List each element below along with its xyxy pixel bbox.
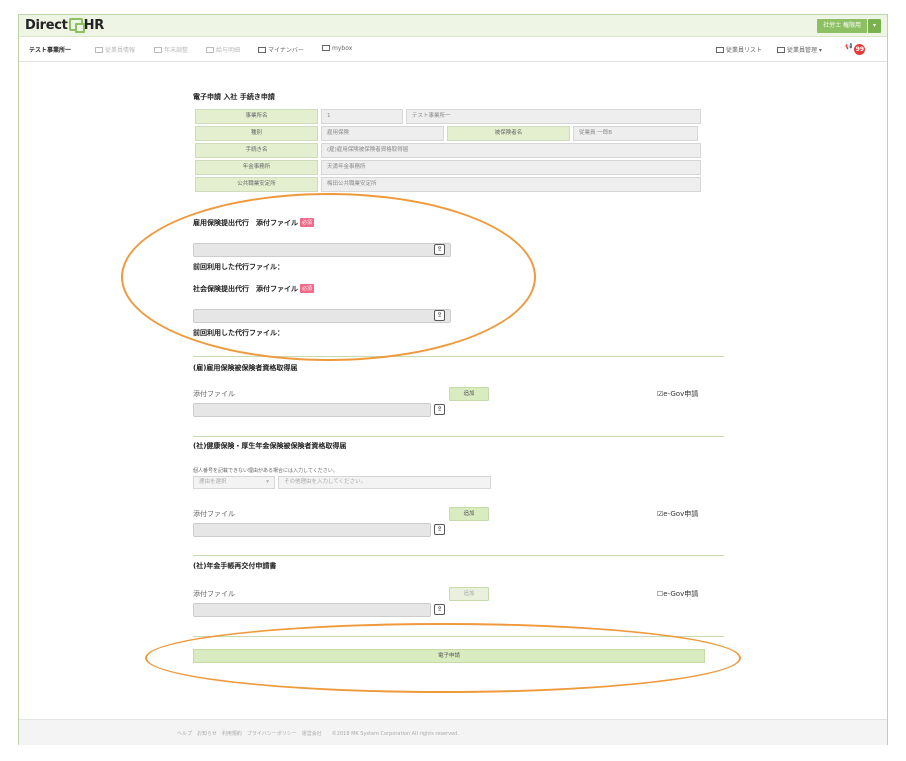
main-nav: テスト事業所一 従業員情報 年末調整 給与明細 マイナンバー mybox 従業員… bbox=[19, 38, 887, 62]
koyo-agency-file-input[interactable] bbox=[193, 243, 451, 257]
nav-employee-list[interactable]: 従業員リスト bbox=[716, 45, 762, 54]
logo[interactable]: Direct HR bbox=[25, 18, 104, 33]
person-icon bbox=[777, 47, 785, 53]
nav-employee-info[interactable]: 従業員情報 bbox=[95, 45, 135, 54]
page-title: 電子申請 入社 手続き申請 bbox=[193, 93, 275, 101]
info-row-procedure: 手続き名 (雇)雇用保険被保険者資格取得届 bbox=[195, 143, 704, 158]
info-row-office: 事業所名 1 テスト事業所一 bbox=[195, 109, 704, 124]
mynumber-icon bbox=[258, 47, 266, 53]
required-badge: 必須 bbox=[300, 284, 315, 293]
nav-mybox[interactable]: mybox bbox=[322, 45, 352, 52]
logo-mark-icon bbox=[68, 18, 85, 33]
nav-payslip[interactable]: 給与明細 bbox=[206, 45, 240, 54]
info-row-pension-office: 年金事務所 天満年金事務所 bbox=[195, 160, 704, 175]
section-shakai-egov-checkbox[interactable]: ☑e-Gov申請 bbox=[657, 509, 698, 519]
shakai-prev-file-label: 前回利用した代行ファイル： bbox=[193, 329, 284, 337]
nav-year-end[interactable]: 年末調整 bbox=[154, 45, 188, 54]
required-badge: 必須 bbox=[300, 218, 315, 227]
payslip-icon bbox=[206, 47, 214, 53]
mybox-icon bbox=[322, 45, 330, 51]
section-shakai-upload-icon[interactable]: ⇪ bbox=[434, 524, 445, 535]
logo-text-pre: Direct bbox=[25, 18, 68, 33]
info-row-type: 種別 雇用保険 被保険者名 従業員 一郎B bbox=[195, 126, 704, 141]
section-koyo-file-input[interactable] bbox=[193, 403, 431, 417]
app-frame: Direct HR 社労士 権限用 ▾ テスト事業所一 従業員情報 年末調整 給与… bbox=[18, 14, 888, 745]
top-header: Direct HR 社労士 権限用 ▾ bbox=[19, 15, 887, 37]
section-shakai-file-input[interactable] bbox=[193, 523, 431, 537]
divider bbox=[193, 555, 724, 556]
section-pension-upload-icon[interactable]: ⇪ bbox=[434, 604, 445, 615]
section-shakai-title: (社)健康保険・厚生年金保険被保険者資格取得届 bbox=[193, 442, 347, 450]
info-table: 事業所名 1 テスト事業所一 種別 雇用保険 被保険者名 従業員 一郎B 手続き… bbox=[195, 109, 704, 194]
nav-notifications[interactable]: 📢 99 bbox=[845, 43, 866, 55]
divider bbox=[193, 356, 724, 357]
section-koyo-title: (雇)雇用保険被保険者資格取得届 bbox=[193, 364, 298, 372]
list-icon bbox=[716, 47, 724, 53]
section-shakai-add-button[interactable]: 追加 bbox=[449, 507, 489, 521]
footer: ヘルプ お知らせ 利用規約 プライバシーポリシー 運営会社 ©2018 MK S… bbox=[19, 719, 887, 745]
section-koyo-egov-checkbox[interactable]: ☑e-Gov申請 bbox=[657, 389, 698, 399]
megaphone-icon: 📢 bbox=[845, 43, 853, 50]
notification-badge: 99 bbox=[854, 44, 866, 55]
reason-input[interactable]: その他理由を入力してください。 bbox=[278, 476, 491, 489]
user-menu-button[interactable]: 社労士 権限用 bbox=[817, 19, 867, 33]
logo-text-post: HR bbox=[83, 18, 105, 33]
submit-button[interactable]: 電子申請 bbox=[193, 649, 705, 663]
section-pension-attach-label: 添付ファイル bbox=[193, 590, 235, 598]
section-pension-file-input[interactable] bbox=[193, 603, 431, 617]
nav-company[interactable]: テスト事業所一 bbox=[29, 45, 71, 54]
section-pension-egov-checkbox[interactable]: ☐e-Gov申請 bbox=[657, 589, 698, 599]
section-pension-add-button[interactable]: 追加 bbox=[449, 587, 489, 601]
year-end-icon bbox=[154, 47, 162, 53]
select-caret-icon: ▾ bbox=[266, 479, 269, 485]
employee-info-icon bbox=[95, 47, 103, 53]
shakai-agency-title: 社会保険提出代行 添付ファイル 必須 bbox=[193, 284, 315, 293]
user-menu-caret-icon[interactable]: ▾ bbox=[868, 19, 881, 33]
footer-links[interactable]: ヘルプ お知らせ 利用規約 プライバシーポリシー 運営会社 ©2018 MK S… bbox=[177, 730, 459, 737]
divider bbox=[193, 636, 724, 637]
section-shakai-attach-label: 添付ファイル bbox=[193, 510, 235, 518]
koyo-agency-title: 雇用保険提出代行 添付ファイル 必須 bbox=[193, 218, 315, 227]
nav-employee-manage[interactable]: 従業員管理 ▾ bbox=[777, 45, 822, 54]
shakai-upload-icon[interactable]: ⇪ bbox=[434, 310, 445, 321]
koyo-upload-icon[interactable]: ⇪ bbox=[434, 244, 445, 255]
info-row-hello-work: 公共職業安定所 梅田公共職業安定所 bbox=[195, 177, 704, 192]
section-koyo-add-button[interactable]: 追加 bbox=[449, 387, 489, 401]
section-koyo-attach-label: 添付ファイル bbox=[193, 390, 235, 398]
reason-select[interactable]: 理由を選択 ▾ bbox=[193, 476, 275, 489]
section-pension-book-title: (社)年金手帳再交付申請書 bbox=[193, 562, 277, 570]
nav-mynumber[interactable]: マイナンバー bbox=[258, 45, 304, 54]
divider bbox=[193, 436, 724, 437]
mynumber-note: 個人番号を記載できない理由がある場合には入力してください。 bbox=[193, 468, 338, 474]
section-koyo-upload-icon[interactable]: ⇪ bbox=[434, 404, 445, 415]
koyo-prev-file-label: 前回利用した代行ファイル： bbox=[193, 263, 284, 271]
shakai-agency-file-input[interactable] bbox=[193, 309, 451, 323]
